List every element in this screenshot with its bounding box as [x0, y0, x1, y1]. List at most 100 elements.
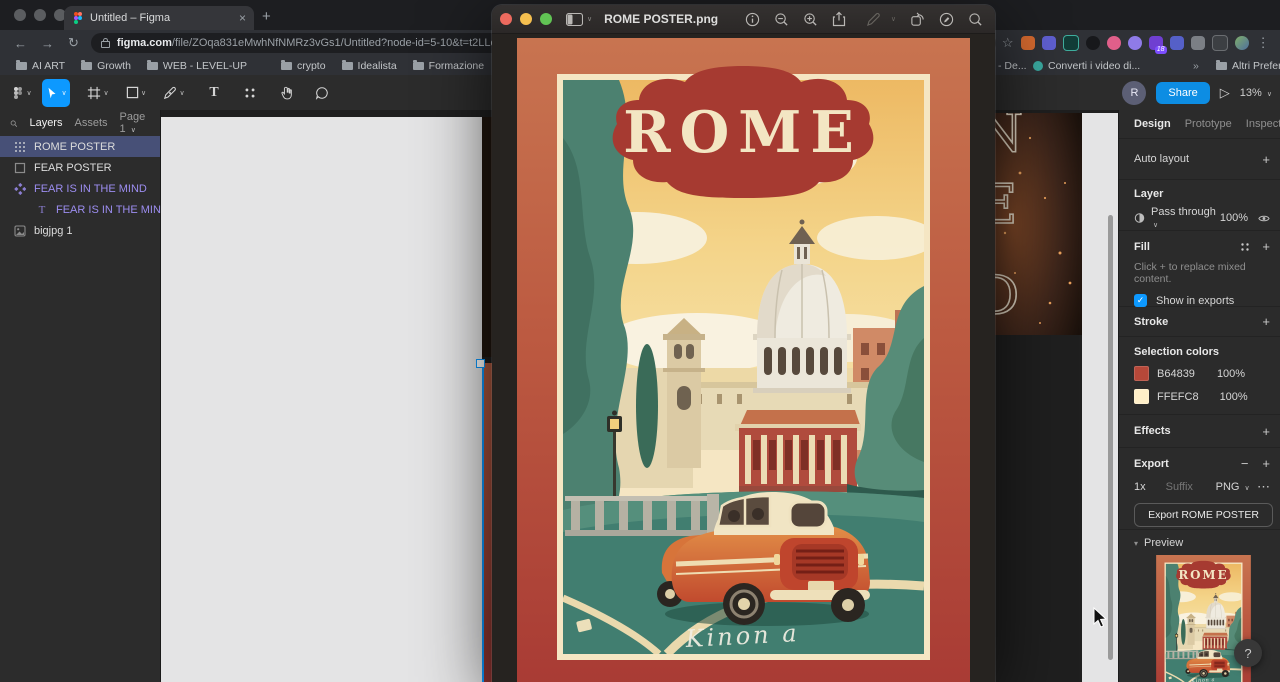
export-scale-dropdown[interactable]: 1x: [1134, 481, 1146, 493]
layer-row-component[interactable]: FEAR IS IN THE MIND: [0, 178, 160, 199]
color-swatch[interactable]: [1134, 366, 1149, 381]
show-in-exports-checkbox[interactable]: ✓: [1134, 294, 1147, 307]
remove-export-button[interactable]: −: [1241, 456, 1249, 471]
present-play-button[interactable]: ▷: [1220, 85, 1230, 101]
preview-titlebar[interactable]: ∨ ROME POSTER.png ∨: [492, 5, 995, 34]
add-stroke-button[interactable]: +: [1262, 314, 1270, 329]
export-rome-poster-button[interactable]: Export ROME POSTER: [1134, 503, 1273, 527]
visibility-eye-icon[interactable]: [1258, 214, 1270, 223]
styles-icon[interactable]: [1240, 242, 1250, 252]
bookmark-item[interactable]: WEB - LEVEL-UP: [146, 59, 247, 72]
bookmark-item[interactable]: Formazione: [412, 59, 484, 72]
tab-assets[interactable]: Assets: [74, 117, 107, 129]
text-tool-button[interactable]: T: [200, 79, 228, 107]
color-hex[interactable]: B64839: [1157, 368, 1195, 380]
rotate-icon[interactable]: [910, 12, 925, 27]
hand-tool-button[interactable]: [272, 79, 300, 107]
extensions-puzzle-icon[interactable]: [1190, 36, 1205, 50]
search-icon[interactable]: [968, 12, 983, 27]
add-auto-layout-button[interactable]: +: [1262, 152, 1270, 167]
selection-handle[interactable]: [476, 359, 485, 368]
tab-design[interactable]: Design: [1134, 118, 1171, 130]
extension-icon-1[interactable]: [1020, 36, 1035, 50]
color-opacity[interactable]: 100%: [1217, 368, 1245, 380]
window-close-button[interactable]: [14, 9, 26, 21]
blend-mode-dropdown[interactable]: Pass through ∨: [1151, 206, 1220, 230]
other-bookmarks[interactable]: Altri Preferiti: [1216, 59, 1280, 72]
export-options-button[interactable]: ⋯: [1257, 479, 1270, 495]
frame-tool-button[interactable]: ∨: [84, 79, 112, 107]
zoom-in-icon[interactable]: [803, 12, 818, 27]
minimize-button[interactable]: [520, 13, 532, 25]
comment-tool-button[interactable]: [308, 79, 336, 107]
zoom-level-dropdown[interactable]: 13% ∨: [1240, 87, 1272, 99]
tab-layers[interactable]: Layers: [29, 117, 62, 129]
extension-icon-8[interactable]: [1169, 36, 1184, 50]
tab-inspect[interactable]: Inspect: [1246, 118, 1280, 130]
browser-menu-icon[interactable]: ⋮: [1257, 35, 1270, 51]
forward-icon[interactable]: →: [41, 36, 54, 51]
reload-icon[interactable]: ↻: [68, 35, 79, 51]
info-icon[interactable]: [745, 12, 760, 27]
profile-avatar[interactable]: [1234, 36, 1249, 50]
bookmark-item[interactable]: Idealista: [341, 59, 397, 72]
extension-icon-7[interactable]: 18: [1148, 36, 1167, 54]
back-icon[interactable]: ←: [14, 36, 27, 51]
export-suffix-input[interactable]: [1163, 480, 1210, 494]
page-selector[interactable]: Page 1 ∨: [120, 111, 151, 135]
canvas-fear-poster-partial[interactable]: N E D: [990, 113, 1082, 335]
canvas-frame-white[interactable]: [161, 117, 482, 682]
tab-prototype[interactable]: Prototype: [1185, 118, 1232, 130]
sidebar-chevron-icon[interactable]: ∨: [587, 15, 592, 23]
disclosure-triangle-icon[interactable]: ▾: [1134, 539, 1138, 548]
color-opacity[interactable]: 100%: [1220, 391, 1248, 403]
pen-tool-button[interactable]: ∨: [160, 79, 188, 107]
close-button[interactable]: [500, 13, 512, 25]
layer-row-text[interactable]: T FEAR IS IN THE MIND: [0, 199, 169, 220]
bookmark-star-icon[interactable]: ☆: [1002, 35, 1014, 51]
search-icon[interactable]: [10, 118, 18, 129]
extension-icon-9[interactable]: [1211, 35, 1228, 51]
bookmark-item[interactable]: AI ART: [16, 59, 65, 72]
bookmark-item[interactable]: Growth: [81, 59, 131, 72]
tab-close-icon[interactable]: ×: [239, 11, 246, 25]
main-menu-button[interactable]: ∨: [8, 79, 36, 107]
layer-row-rome-poster[interactable]: ROME POSTER: [0, 136, 160, 157]
preview-window[interactable]: ∨ ROME POSTER.png ∨: [492, 5, 995, 682]
annotate-icon[interactable]: [939, 12, 954, 27]
share-button[interactable]: Share: [1156, 81, 1210, 104]
export-format-dropdown[interactable]: PNG ∨: [1216, 481, 1250, 493]
layer-row-bigjpg[interactable]: bigjpg 1: [0, 220, 160, 241]
add-effect-button[interactable]: +: [1262, 424, 1270, 439]
add-export-button[interactable]: +: [1262, 456, 1270, 471]
browser-tab[interactable]: Untitled – Figma ×: [64, 6, 254, 30]
layer-opacity-field[interactable]: 100%: [1220, 212, 1248, 224]
extension-icon-2[interactable]: [1041, 36, 1056, 50]
extension-icon-5[interactable]: [1106, 36, 1121, 50]
layer-row-fear-poster[interactable]: FEAR POSTER: [0, 157, 160, 178]
add-fill-button[interactable]: +: [1262, 239, 1270, 254]
bookmark-item-partial[interactable]: - De...: [998, 60, 1027, 72]
color-hex[interactable]: FFEFC8: [1157, 391, 1199, 403]
bookmark-item[interactable]: crypto: [280, 59, 326, 72]
resources-button[interactable]: [236, 79, 264, 107]
extension-icon-4[interactable]: [1085, 36, 1100, 50]
shape-tool-button[interactable]: ∨: [122, 79, 150, 107]
sidebar-toggle-icon[interactable]: [566, 12, 583, 26]
extension-icon-3[interactable]: [1062, 35, 1079, 51]
move-tool-button[interactable]: ∨: [42, 78, 70, 107]
export-section-title: Export: [1134, 457, 1169, 470]
window-minimize-button[interactable]: [34, 9, 46, 21]
color-swatch[interactable]: [1134, 389, 1149, 404]
share-icon[interactable]: [832, 11, 846, 27]
bookmark-item[interactable]: Converti i video di...: [1033, 60, 1140, 72]
canvas-scrollbar[interactable]: [1108, 215, 1113, 660]
blend-mode-icon[interactable]: [1134, 212, 1145, 224]
user-avatar[interactable]: R: [1122, 80, 1147, 105]
extension-icon-6[interactable]: [1127, 36, 1142, 50]
zoom-button[interactable]: [540, 13, 552, 25]
new-tab-button[interactable]: +: [262, 8, 271, 25]
help-button[interactable]: ?: [1234, 639, 1262, 667]
bookmarks-overflow-icon[interactable]: »: [1193, 60, 1199, 72]
zoom-out-icon[interactable]: [774, 12, 789, 27]
